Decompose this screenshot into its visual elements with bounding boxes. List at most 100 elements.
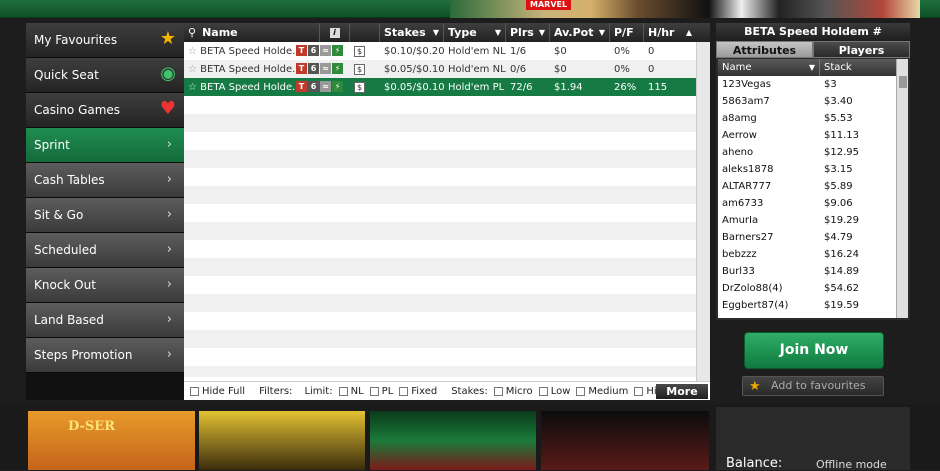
- col-avpot[interactable]: Av.Pot ▼: [550, 23, 610, 42]
- player-name: a8amg: [722, 113, 757, 124]
- col-info[interactable]: i: [320, 23, 350, 42]
- search-icon[interactable]: ⚲: [188, 26, 196, 39]
- speed-badge: ≈: [320, 63, 331, 75]
- table-row[interactable]: ☆ BETA Speed Holde... T 6 ≈ ⚡ $ $0.10/$0.20…: [184, 42, 710, 60]
- more-button[interactable]: More: [656, 384, 708, 399]
- col-player-name[interactable]: Name ▼: [718, 59, 820, 76]
- col-name[interactable]: ⚲ Name: [184, 23, 320, 42]
- player-stack: $14.89: [824, 266, 859, 277]
- col-type[interactable]: Type ▼: [444, 23, 506, 42]
- sidebar-item-scheduled[interactable]: Scheduled ›: [26, 233, 184, 268]
- table-row[interactable]: ☆ BETA Speed Holde... T 6 ≈ ⚡ $ $0.05/$0.10…: [184, 60, 710, 78]
- lightning-badge: ⚡: [332, 81, 343, 93]
- sidebar-item-quick-seat[interactable]: Quick Seat ◉: [26, 58, 184, 93]
- player-name: bebzzz: [722, 249, 757, 260]
- turbo-badge: T: [296, 45, 307, 57]
- sidebar-item-steps-promotion[interactable]: Steps Promotion ›: [26, 338, 184, 373]
- col-pf[interactable]: P/F: [610, 23, 644, 42]
- high-checkbox[interactable]: [634, 386, 644, 396]
- col-stakes[interactable]: Stakes ▼: [380, 23, 444, 42]
- sort-up-icon: ▲: [685, 28, 692, 37]
- favourite-star-icon[interactable]: ☆: [188, 46, 197, 57]
- favourite-star-icon[interactable]: ☆: [188, 82, 197, 93]
- sort-down-icon: ▼: [538, 28, 545, 37]
- table-row-selected[interactable]: ☆ BETA Speed Holde... T 6 ≈ ⚡ $ $0.05/$0.10…: [184, 78, 710, 96]
- game-thumbnail[interactable]: [541, 411, 709, 470]
- player-row[interactable]: am6733 $9.06: [718, 195, 896, 212]
- six-max-badge: 6: [308, 45, 319, 57]
- player-row[interactable]: 123Vegas $3: [718, 76, 896, 93]
- favourite-star-icon[interactable]: ☆: [188, 64, 197, 75]
- fixed-checkbox[interactable]: [399, 386, 409, 396]
- chevron-right-icon: ›: [166, 207, 172, 222]
- player-stack: $12.95: [824, 147, 859, 158]
- low-checkbox[interactable]: [538, 386, 548, 396]
- player-name: Barners27: [722, 232, 774, 243]
- player-row[interactable]: DrZolo88(4) $54.62: [718, 280, 896, 297]
- player-name: 5863am7: [722, 96, 770, 107]
- sidebar: My Favourites ★ Quick Seat ◉ Casino Games ♥…: [26, 23, 184, 400]
- player-row[interactable]: ALTAR777 $5.89: [718, 178, 896, 195]
- lightning-badge: ⚡: [332, 45, 343, 57]
- balance-label: Balance:: [726, 456, 783, 471]
- scroll-thumb[interactable]: [899, 76, 907, 88]
- pl-checkbox[interactable]: [369, 386, 379, 396]
- star-icon: ★: [159, 28, 176, 49]
- player-row[interactable]: a8amg $5.53: [718, 110, 896, 127]
- sort-down-icon: ▼: [494, 28, 501, 37]
- player-stack: $5.53: [824, 113, 853, 124]
- chevron-right-icon: ›: [166, 172, 172, 187]
- table-scrollbar[interactable]: [696, 42, 710, 381]
- player-row[interactable]: 5863am7 $3.40: [718, 93, 896, 110]
- star-icon: ★: [749, 379, 761, 394]
- player-row[interactable]: Aerrow $11.13: [718, 127, 896, 144]
- game-thumbnail[interactable]: [199, 411, 365, 470]
- chips-icon: ◉: [160, 63, 176, 84]
- tab-attributes[interactable]: Attributes: [716, 41, 813, 58]
- panel-tabs: Attributes Players: [716, 41, 910, 58]
- sidebar-item-land-based[interactable]: Land Based ›: [26, 303, 184, 338]
- player-stack: $3: [824, 79, 837, 90]
- dollar-icon: $: [354, 63, 365, 75]
- player-row[interactable]: AmurIa $19.29: [718, 212, 896, 229]
- speed-badge: ≈: [320, 45, 331, 57]
- lobby-table: ⚲ Name i Stakes ▼ Type ▼ Plrs ▼ Av.Pot ▼ P/F …: [184, 23, 710, 400]
- sidebar-item-casino-games[interactable]: Casino Games ♥: [26, 93, 184, 128]
- player-row[interactable]: Eggbert87(4) $19.59: [718, 297, 896, 314]
- players-scrollbar[interactable]: [896, 59, 908, 318]
- promo-banner[interactable]: MARVEL: [450, 0, 920, 18]
- player-row[interactable]: aleks1878 $3.15: [718, 161, 896, 178]
- col-plrs[interactable]: Plrs ▼: [506, 23, 550, 42]
- turbo-badge: T: [296, 81, 307, 93]
- tab-players[interactable]: Players: [813, 41, 910, 58]
- medium-checkbox[interactable]: [576, 386, 586, 396]
- player-row[interactable]: Burl33 $14.89: [718, 263, 896, 280]
- card-suits-icon: ♥: [159, 98, 176, 119]
- player-row[interactable]: aheno $12.95: [718, 144, 896, 161]
- join-now-button[interactable]: Join Now: [744, 332, 884, 369]
- player-stack: $11.13: [824, 130, 859, 141]
- player-name: Aerrow: [722, 130, 757, 141]
- filter-bar: Hide Full Filters: Limit: NL PL Fixed St…: [184, 381, 710, 400]
- game-thumbnail[interactable]: D-SER: [28, 411, 195, 470]
- col-hhr[interactable]: H/hr ▲: [644, 23, 696, 42]
- sidebar-item-sprint[interactable]: Sprint ›: [26, 128, 184, 163]
- player-row[interactable]: Barners27 $4.79: [718, 229, 896, 246]
- sidebar-item-cash-tables[interactable]: Cash Tables ›: [26, 163, 184, 198]
- player-stack: $19.59: [824, 300, 859, 311]
- sidebar-item-sit-go[interactable]: Sit & Go ›: [26, 198, 184, 233]
- nl-checkbox[interactable]: [338, 386, 348, 396]
- sidebar-item-knock-out[interactable]: Knock Out ›: [26, 268, 184, 303]
- col-currency: [350, 23, 380, 42]
- col-player-stack[interactable]: Stack: [820, 59, 896, 76]
- player-name: aleks1878: [722, 164, 774, 175]
- player-row[interactable]: bebzzz $16.24: [718, 246, 896, 263]
- hide-full-checkbox[interactable]: [190, 386, 199, 396]
- add-to-favourites-button[interactable]: ★ Add to favourites: [742, 376, 884, 396]
- player-name: Eggbert87(4): [722, 300, 789, 311]
- game-thumbnail[interactable]: [370, 411, 536, 470]
- chevron-right-icon: ›: [166, 137, 172, 152]
- sidebar-item-favourites[interactable]: My Favourites ★: [26, 23, 184, 58]
- empty-rows: [184, 96, 710, 377]
- micro-checkbox[interactable]: [493, 386, 503, 396]
